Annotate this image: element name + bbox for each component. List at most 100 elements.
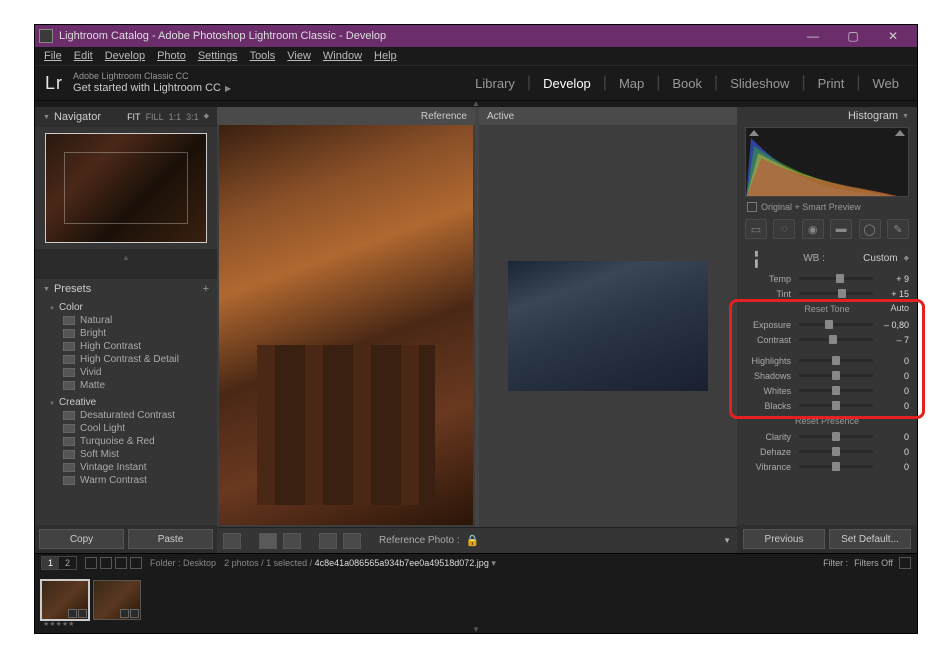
highlights-slider[interactable]: Highlights 0 [745,353,909,368]
redeye-tool-icon[interactable]: ◉ [802,219,824,239]
add-preset-icon[interactable]: + [203,283,209,295]
filmstrip-thumb[interactable] [93,580,141,620]
wb-eyedropper-icon[interactable] [741,244,769,272]
wb-dropdown-icon[interactable]: ◆ [904,254,909,262]
preset-item[interactable]: Desaturated Contrast [49,409,217,422]
brush-tool-icon[interactable]: ✎ [887,219,909,239]
filmstrip-thumb[interactable] [41,580,89,620]
lock-icon[interactable]: 🔒 [466,534,480,548]
gradient-tool-icon[interactable]: ▬ [830,219,852,239]
crop-tool-icon[interactable]: ▭ [745,219,767,239]
dehaze-slider[interactable]: Dehaze 0 [745,444,909,459]
preset-group-color[interactable]: Color [49,301,217,314]
preset-item[interactable]: Turquoise & Red [49,435,217,448]
spot-tool-icon[interactable]: ◌ [773,219,795,239]
contrast-slider[interactable]: Contrast – 7 [745,332,909,347]
secondary-display-toggle[interactable]: 12 [41,556,77,570]
paste-button[interactable]: Paste [128,529,213,549]
folder-path[interactable]: Folder : Desktop [150,558,216,568]
reference-image[interactable] [219,125,473,525]
presets-header[interactable]: ▼ Presets + [35,279,217,299]
loupe-view-icon[interactable] [223,533,241,549]
before-after-vert-icon[interactable] [343,533,361,549]
presence-section-label: Reset Presence [745,413,909,429]
previous-button[interactable]: Previous [743,529,825,549]
maximize-button[interactable]: ▢ [833,25,873,47]
wb-value[interactable]: Custom [863,253,897,264]
preset-item[interactable]: Cool Light [49,422,217,435]
preset-group-creative[interactable]: Creative [49,396,217,409]
set-default-button[interactable]: Set Default... [829,529,911,549]
loupe-view-icon[interactable] [100,557,112,569]
auto-tone-button[interactable]: Auto [890,303,909,313]
module-map[interactable]: Map [611,76,652,91]
navigator-header[interactable]: ▼ Navigator FIT FILL 1:1 3:1 ◆ [35,107,217,127]
menu-view[interactable]: View [282,50,316,62]
zoom-3-1[interactable]: 3:1 [186,112,199,122]
zoom-more-icon[interactable]: ◆ [204,112,209,122]
histogram-display[interactable] [745,127,909,197]
tint-slider[interactable]: Tint + 15 [745,286,909,301]
filter-label: Filter : [823,558,848,568]
preset-item[interactable]: Vintage Instant [49,461,217,474]
preset-item[interactable]: Vivid [49,366,217,379]
histogram-header[interactable]: Histogram ▼ [737,107,917,125]
before-after-horiz-icon[interactable] [319,533,337,549]
minimize-button[interactable]: — [793,25,833,47]
preset-item[interactable]: Natural [49,314,217,327]
module-web[interactable]: Web [865,76,908,91]
vibrance-slider[interactable]: Vibrance 0 [745,459,909,474]
module-book[interactable]: Book [664,76,710,91]
close-button[interactable]: ✕ [873,25,913,47]
compare-view-icon[interactable] [115,557,127,569]
radial-tool-icon[interactable]: ◯ [859,219,881,239]
zoom-fit[interactable]: FIT [127,112,141,122]
module-picker: Library| Develop| Map| Book| Slideshow| … [467,74,907,92]
left-scroll-indicator[interactable] [35,249,217,279]
active-image[interactable] [508,261,708,391]
filter-dropdown[interactable]: Filters Off [854,558,893,568]
menu-photo[interactable]: Photo [152,50,191,62]
menu-tools[interactable]: Tools [245,50,281,62]
preset-item[interactable]: High Contrast & Detail [49,353,217,366]
preset-item[interactable]: Bright [49,327,217,340]
ref-view-horiz-icon[interactable] [259,533,277,549]
badge-icon [78,609,87,618]
preset-item[interactable]: Soft Mist [49,448,217,461]
grid-view-icon[interactable] [85,557,97,569]
module-develop[interactable]: Develop [535,76,599,91]
filmstrip-handle[interactable]: ▼ [35,628,917,633]
menu-window[interactable]: Window [318,50,367,62]
copy-button[interactable]: Copy [39,529,124,549]
whites-slider[interactable]: Whites 0 [745,383,909,398]
app-icon [39,29,53,43]
clarity-slider[interactable]: Clarity 0 [745,429,909,444]
preset-list: Color Natural Bright High Contrast High … [35,299,217,525]
temp-slider[interactable]: Temp + 9 [745,271,909,286]
reference-photo-label: Reference Photo : [379,535,460,546]
menu-edit[interactable]: Edit [69,50,98,62]
menu-file[interactable]: File [39,50,67,62]
blacks-slider[interactable]: Blacks 0 [745,398,909,413]
zoom-fill[interactable]: FILL [146,112,164,122]
titlebar[interactable]: Lightroom Catalog - Adobe Photoshop Ligh… [35,25,917,47]
zoom-1-1[interactable]: 1:1 [169,112,182,122]
preset-item[interactable]: Matte [49,379,217,392]
shadows-slider[interactable]: Shadows 0 [745,368,909,383]
menu-develop[interactable]: Develop [100,50,150,62]
exposure-slider[interactable]: Exposure – 0,80 [745,317,909,332]
brand-logo: Lr [45,73,63,94]
preset-item[interactable]: Warm Contrast [49,474,217,487]
preset-item[interactable]: High Contrast [49,340,217,353]
ref-view-vert-icon[interactable] [283,533,301,549]
filter-lock-icon[interactable] [899,557,911,569]
survey-view-icon[interactable] [130,557,142,569]
menu-help[interactable]: Help [369,50,402,62]
menu-settings[interactable]: Settings [193,50,243,62]
toolbar-more-icon[interactable]: ▼ [723,536,731,545]
navigator-thumbnail[interactable] [45,133,207,243]
module-print[interactable]: Print [810,76,853,91]
module-slideshow[interactable]: Slideshow [722,76,797,91]
module-library[interactable]: Library [467,76,523,91]
filmstrip-toolbar: 12 Folder : Desktop 2 photos / 1 selecte… [35,554,917,572]
